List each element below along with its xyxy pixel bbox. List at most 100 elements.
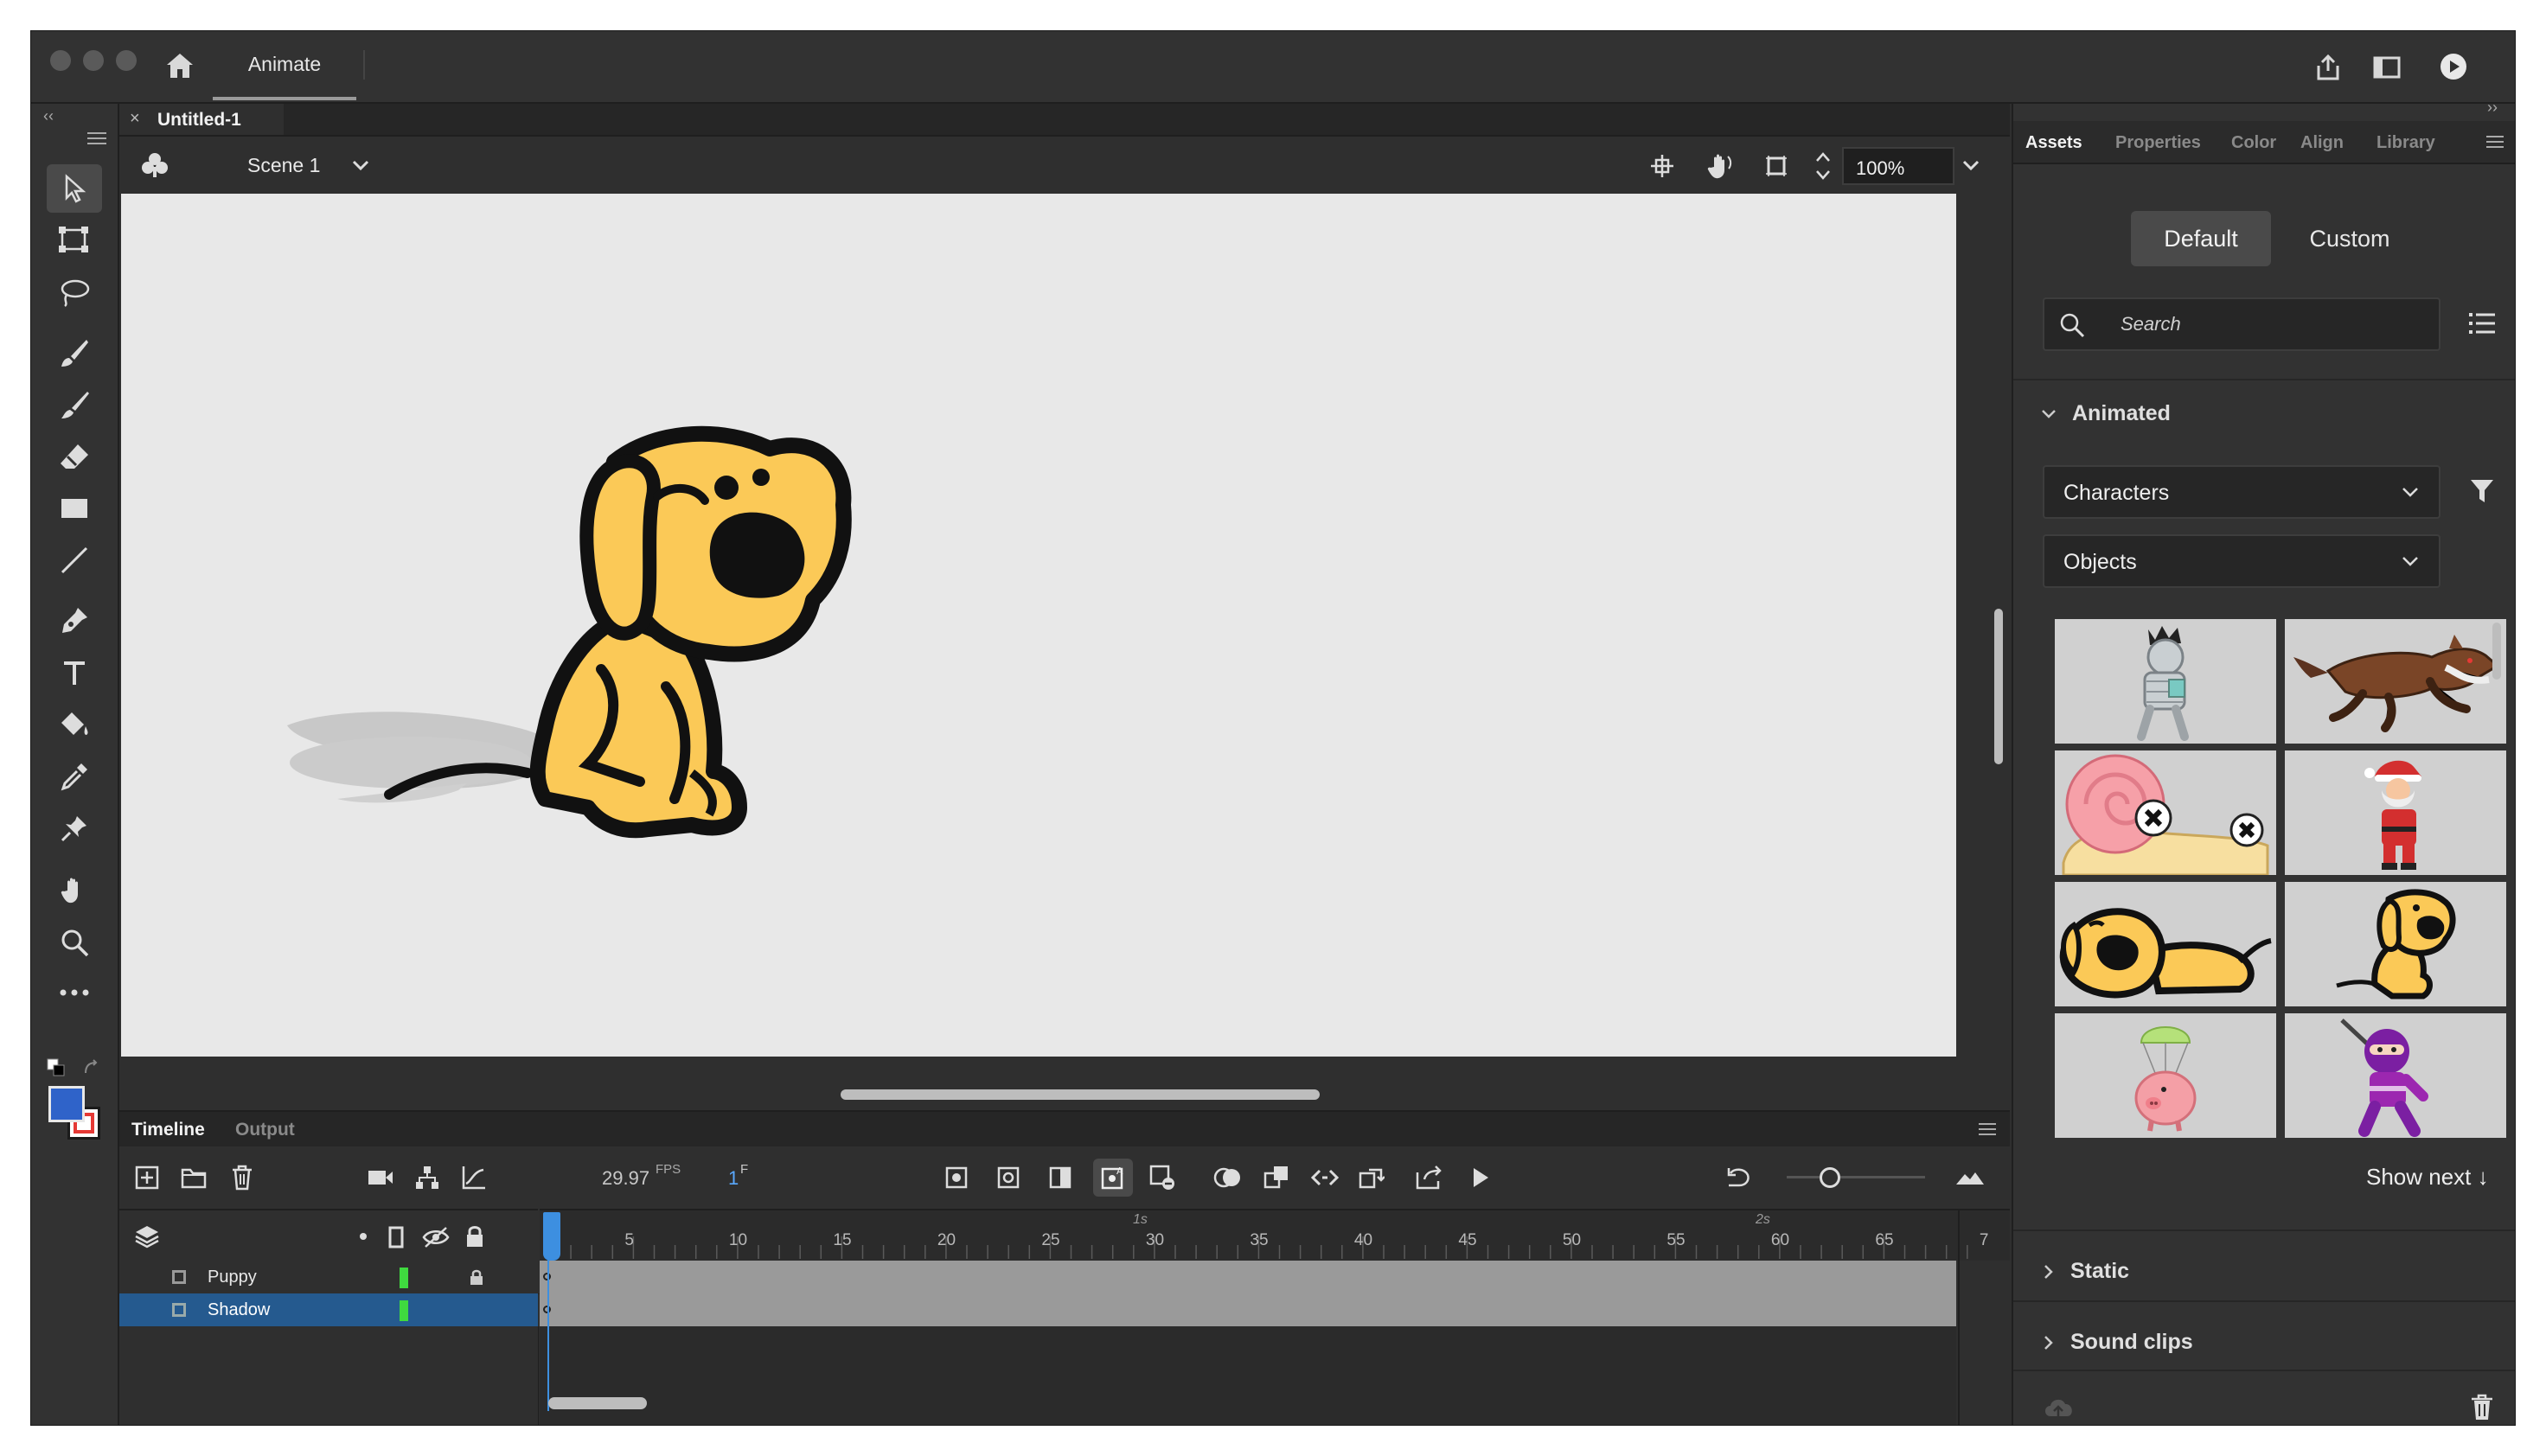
minimize-window-button[interactable] — [83, 50, 104, 71]
zoom-window-button[interactable] — [116, 50, 137, 71]
layer-name-cell[interactable]: Puppy — [119, 1261, 538, 1293]
timeline-horizontal-scrollbar[interactable] — [548, 1397, 647, 1409]
edit-multiple-frames-icon[interactable] — [1261, 1162, 1292, 1193]
layer-row[interactable]: Shadow — [119, 1293, 1956, 1326]
layer-frames-puppy[interactable] — [540, 1261, 1956, 1293]
timeline-menu-icon[interactable] — [1975, 1121, 1999, 1138]
tab-timeline[interactable]: Timeline — [131, 1120, 205, 1140]
graph-editor-icon[interactable] — [458, 1162, 489, 1193]
brush-tool-icon[interactable] — [47, 380, 102, 429]
delete-layer-icon[interactable] — [227, 1162, 258, 1193]
asset-thumbnail-parachute-pig[interactable] — [2055, 1013, 2276, 1138]
zoom-dropdown-chevron-icon[interactable] — [1958, 152, 1984, 178]
scene-dropdown-chevron-icon[interactable] — [348, 152, 374, 178]
trash-icon[interactable] — [2465, 1390, 2499, 1425]
layer-name-cell-selected[interactable]: Shadow — [119, 1293, 538, 1326]
fit-frames-icon[interactable] — [1951, 1162, 1989, 1193]
tab-align[interactable]: Align — [2300, 133, 2344, 153]
insert-frame-icon[interactable] — [1045, 1162, 1076, 1193]
export-video-icon[interactable] — [1413, 1162, 1448, 1193]
paint-bucket-tool-icon[interactable] — [47, 700, 102, 749]
clip-content-icon[interactable] — [1761, 150, 1792, 182]
highlight-dot-icon[interactable] — [360, 1233, 367, 1240]
frame-stepping-icon[interactable] — [1309, 1162, 1340, 1193]
lock-all-icon[interactable] — [462, 1223, 488, 1250]
swap-colors-icon[interactable] — [80, 1057, 102, 1079]
stage-canvas[interactable] — [121, 194, 1956, 1057]
rotate-stage-hand-icon[interactable] — [1702, 149, 1737, 183]
close-window-button[interactable] — [50, 50, 71, 71]
stage-vertical-scrollbar[interactable] — [1994, 609, 2003, 764]
section-sound-label[interactable]: Sound clips — [2070, 1330, 2193, 1355]
fill-color-swatch[interactable] — [48, 1086, 85, 1122]
insert-keyframe-icon[interactable] — [941, 1162, 972, 1193]
stage-horizontal-scrollbar[interactable] — [841, 1089, 1320, 1100]
eraser-tool-icon[interactable] — [47, 432, 102, 481]
insert-blank-keyframe-icon[interactable] — [993, 1162, 1024, 1193]
rectangle-tool-icon[interactable] — [47, 484, 102, 533]
close-document-icon[interactable]: × — [130, 109, 140, 129]
outline-toggle-icon[interactable] — [384, 1224, 408, 1250]
camera-icon[interactable] — [365, 1162, 396, 1193]
new-folder-icon[interactable] — [178, 1162, 209, 1193]
asset-thumbnail-sitting-puppy[interactable] — [2285, 882, 2506, 1006]
fps-value[interactable]: 29.97 — [602, 1167, 649, 1190]
layer-name-shadow[interactable]: Shadow — [208, 1300, 270, 1320]
free-transform-tool-icon[interactable] — [47, 216, 102, 265]
more-tools-icon[interactable] — [47, 968, 102, 1017]
asset-thumbnail-mummy[interactable] — [2055, 619, 2276, 744]
show-next-link[interactable]: Show next ↓ — [2366, 1164, 2489, 1191]
panel-menu-icon[interactable] — [2484, 133, 2506, 150]
pen-tool-icon[interactable] — [47, 597, 102, 645]
scene-label[interactable]: Scene 1 — [247, 154, 320, 177]
zoom-tool-icon[interactable] — [47, 918, 102, 967]
reset-zoom-icon[interactable] — [1723, 1162, 1754, 1193]
line-tool-icon[interactable] — [47, 536, 102, 584]
section-static-label[interactable]: Static — [2070, 1259, 2129, 1284]
test-movie-play-icon[interactable] — [2434, 47, 2473, 86]
clear-keyframe-icon[interactable] — [1147, 1162, 1178, 1193]
assets-search-input[interactable]: Search — [2043, 297, 2440, 351]
playhead-handle[interactable] — [543, 1212, 560, 1261]
frame-value[interactable]: 1 — [728, 1167, 739, 1190]
animated-chevron-down-icon[interactable] — [2037, 403, 2060, 425]
loop-playback-icon[interactable] — [1356, 1162, 1387, 1193]
timeline-zoom-slider-thumb[interactable] — [1820, 1167, 1840, 1188]
center-stage-icon[interactable] — [1647, 150, 1678, 182]
text-tool-icon[interactable] — [47, 648, 102, 697]
layer-frames-shadow[interactable] — [540, 1293, 1956, 1326]
static-chevron-right-icon[interactable] — [2039, 1261, 2058, 1283]
document-tab[interactable]: × Untitled-1 — [119, 104, 284, 135]
zoom-input[interactable]: 100% — [1842, 147, 1954, 185]
section-animated-label[interactable]: Animated — [2072, 401, 2171, 426]
pin-tool-icon[interactable] — [47, 804, 102, 853]
tab-output[interactable]: Output — [235, 1120, 295, 1140]
workspace-layout-icon[interactable] — [2368, 48, 2406, 86]
layer-name-puppy[interactable]: Puppy — [208, 1268, 257, 1287]
cloud-upload-icon[interactable] — [2039, 1392, 2077, 1423]
collapse-panel-icon[interactable]: ›› — [2487, 99, 2498, 117]
sound-chevron-right-icon[interactable] — [2039, 1331, 2058, 1354]
onion-skin-icon[interactable] — [1211, 1162, 1245, 1193]
visibility-toggle-icon[interactable] — [420, 1224, 451, 1250]
eyedropper-tool-icon[interactable] — [47, 752, 102, 801]
zoom-stepper-icon[interactable] — [1811, 145, 1835, 187]
tab-properties[interactable]: Properties — [2115, 133, 2201, 153]
tab-color[interactable]: Color — [2231, 133, 2276, 153]
objects-dropdown[interactable]: Objects — [2043, 534, 2440, 588]
lasso-tool-icon[interactable] — [47, 268, 102, 316]
home-icon[interactable] — [161, 47, 199, 85]
collapse-tools-icon[interactable]: ‹‹ — [43, 107, 54, 125]
layer-color-marker[interactable] — [400, 1268, 408, 1288]
layer-color-marker[interactable] — [400, 1300, 408, 1321]
auto-keyframe-toggle[interactable]: A — [1093, 1159, 1133, 1197]
asset-thumbnail-ninja[interactable] — [2285, 1013, 2506, 1138]
timeline-zoom-slider-track[interactable] — [1787, 1176, 1925, 1178]
new-layer-icon[interactable] — [131, 1162, 163, 1193]
custom-toggle-button[interactable]: Custom — [2280, 211, 2420, 266]
assets-scrollbar[interactable] — [2492, 623, 2501, 680]
asset-thumbnail-snail[interactable] — [2055, 750, 2276, 875]
share-icon[interactable] — [2309, 48, 2347, 86]
filter-icon[interactable] — [2465, 474, 2499, 508]
default-colors-icon[interactable] — [45, 1057, 67, 1079]
